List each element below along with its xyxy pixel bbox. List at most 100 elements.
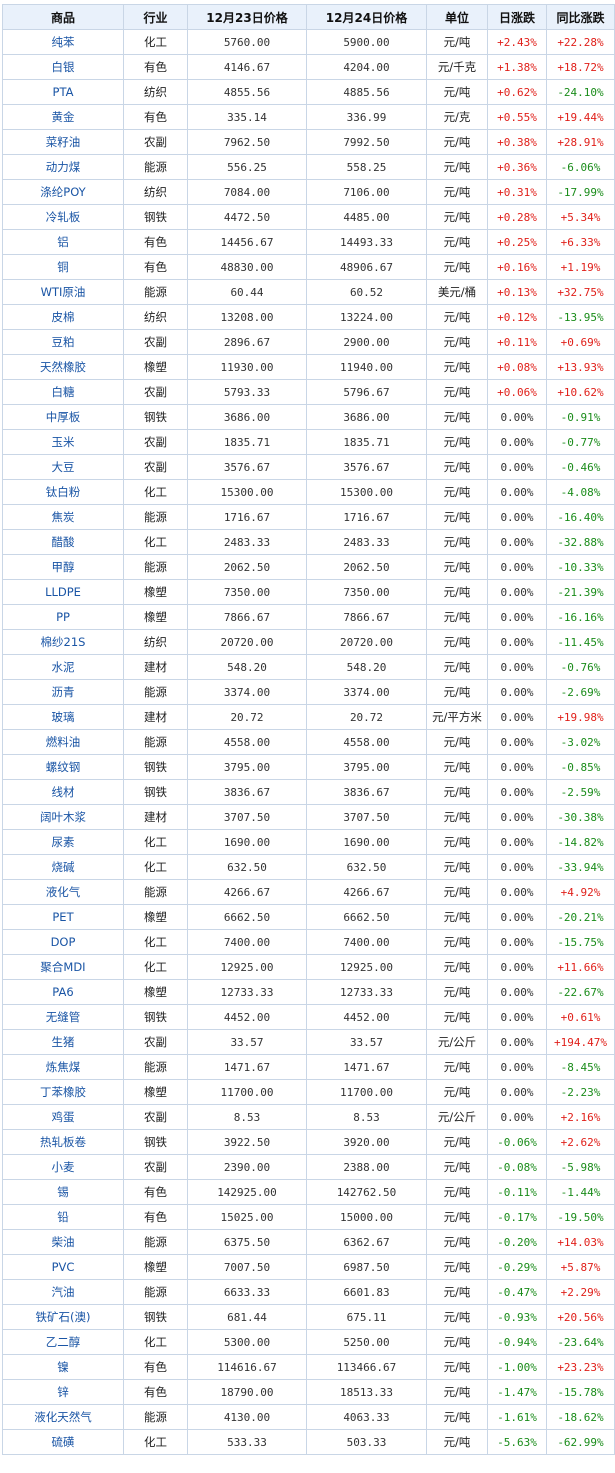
table-row: 铜有色 48830.00 48906.67 元/吨 +0.16% +1.19% (2, 254, 615, 280)
commodity-name-link[interactable]: 棉纱21S (2, 629, 124, 655)
commodity-name-link[interactable]: 鸡蛋 (2, 1104, 124, 1130)
commodity-name-link[interactable]: 醋酸 (2, 529, 124, 555)
commodity-name-link[interactable]: 大豆 (2, 454, 124, 480)
price-dec24-cell: 675.11 (306, 1304, 427, 1330)
commodity-name-link[interactable]: 白银 (2, 54, 124, 80)
commodity-name-link[interactable]: 水泥 (2, 654, 124, 680)
commodity-name-link[interactable]: 玻璃 (2, 704, 124, 730)
daily-change-cell: 0.00% (487, 579, 547, 605)
commodity-name-link[interactable]: 玉米 (2, 429, 124, 455)
price-dec23-cell: 556.25 (187, 154, 307, 180)
table-row: 水泥 建材 548.20 548.20 元/吨 0.00% -0.76% (2, 654, 615, 680)
unit-cell: 元/吨 (426, 679, 488, 705)
commodity-name-link[interactable]: 黄金 (2, 104, 124, 130)
commodity-name-link[interactable]: PTA (2, 79, 124, 105)
sector-cell: 能源 (123, 729, 188, 755)
header-sector[interactable]: 行业 (123, 4, 188, 30)
commodity-name-link[interactable]: 菜籽油 (2, 129, 124, 155)
commodity-name-link[interactable]: 天然橡胶 (2, 354, 124, 380)
price-dec24-cell: 4452.00 (306, 1004, 427, 1030)
header-price-dec24[interactable]: 12月24日价格 (306, 4, 427, 30)
commodity-name-link[interactable]: 柴油 (2, 1229, 124, 1255)
commodity-name-link[interactable]: 热轧板卷 (2, 1129, 124, 1155)
price-dec24-cell: 7400.00 (306, 929, 427, 955)
table-row: 阔叶木浆 建材 3707.50 3707.50 元/吨 0.00% -30.38% (2, 804, 615, 830)
commodity-name-link[interactable]: 液化气 (2, 879, 124, 905)
header-yoy-change[interactable]: 同比涨跌 (546, 4, 615, 30)
commodity-name-link[interactable]: 小麦 (2, 1154, 124, 1180)
daily-change-cell: 0.00% (487, 1054, 547, 1080)
commodity-name-link[interactable]: PET (2, 904, 124, 930)
unit-cell: 元/公斤 (426, 1029, 488, 1055)
price-dec24-cell: 3374.00 (306, 679, 427, 705)
sector-cell: 化工 (123, 954, 188, 980)
commodity-name-link[interactable]: DOP (2, 929, 124, 955)
commodity-name-link[interactable]: 乙二醇 (2, 1329, 124, 1355)
commodity-name-link[interactable]: 中厚板 (2, 404, 124, 430)
commodity-name-link[interactable]: 铝 (2, 229, 124, 255)
unit-cell: 元/吨 (426, 79, 488, 105)
commodity-name-link[interactable]: 涤纶POY (2, 179, 124, 205)
commodity-name-link[interactable]: LLDPE (2, 579, 124, 605)
commodity-name-link[interactable]: 焦炭 (2, 504, 124, 530)
commodity-name-link[interactable]: 锡 (2, 1179, 124, 1205)
commodity-name-link[interactable]: 汽油 (2, 1279, 124, 1305)
sector-cell: 钢铁 (123, 404, 188, 430)
commodity-name-link[interactable]: 烧碱 (2, 854, 124, 880)
price-dec23-cell: 3707.50 (187, 804, 307, 830)
commodity-name-link[interactable]: 沥青 (2, 679, 124, 705)
commodity-name-link[interactable]: 液化天然气 (2, 1404, 124, 1430)
commodity-name-link[interactable]: 无缝管 (2, 1004, 124, 1030)
commodity-name-link[interactable]: 钛白粉 (2, 479, 124, 505)
commodity-name-link[interactable]: WTI原油 (2, 279, 124, 305)
sector-cell: 农副 (123, 1154, 188, 1180)
table-row: 锡有色 142925.00 142762.50 元/吨 -0.11% -1.44% (2, 1179, 615, 1205)
header-commodity[interactable]: 商品 (2, 4, 124, 30)
header-price-dec23[interactable]: 12月23日价格 (187, 4, 307, 30)
commodity-name-link[interactable]: 铜 (2, 254, 124, 280)
daily-change-cell: +0.12% (487, 304, 547, 330)
commodity-name-link[interactable]: 镍 (2, 1354, 124, 1380)
commodity-name-link[interactable]: 铁矿石(澳) (2, 1304, 124, 1330)
commodity-name-link[interactable]: PP (2, 604, 124, 630)
commodity-name-link[interactable]: 丁苯橡胶 (2, 1079, 124, 1105)
price-dec24-cell: 1690.00 (306, 829, 427, 855)
commodity-name-link[interactable]: 硫磺 (2, 1429, 124, 1455)
price-dec24-cell: 4885.56 (306, 79, 427, 105)
header-unit[interactable]: 单位 (426, 4, 488, 30)
commodity-name-link[interactable]: 皮棉 (2, 304, 124, 330)
header-daily-change[interactable]: 日涨跌 (487, 4, 547, 30)
unit-cell: 元/吨 (426, 1154, 488, 1180)
yoy-change-cell: -0.77% (546, 429, 615, 455)
commodity-name-link[interactable]: 白糖 (2, 379, 124, 405)
daily-change-cell: 0.00% (487, 704, 547, 730)
commodity-name-link[interactable]: PVC (2, 1254, 124, 1280)
yoy-change-cell: +23.23% (546, 1354, 615, 1380)
commodity-name-link[interactable]: 甲醇 (2, 554, 124, 580)
commodity-name-link[interactable]: 铅 (2, 1204, 124, 1230)
price-dec24-cell: 548.20 (306, 654, 427, 680)
commodity-name-link[interactable]: 锌 (2, 1379, 124, 1405)
price-dec24-cell: 3795.00 (306, 754, 427, 780)
commodity-name-link[interactable]: 聚合MDI (2, 954, 124, 980)
yoy-change-cell: +14.03% (546, 1229, 615, 1255)
unit-cell: 元/吨 (426, 329, 488, 355)
commodity-name-link[interactable]: 线材 (2, 779, 124, 805)
commodity-name-link[interactable]: PA6 (2, 979, 124, 1005)
daily-change-cell: -1.61% (487, 1404, 547, 1430)
daily-change-cell: +0.36% (487, 154, 547, 180)
commodity-name-link[interactable]: 冷轧板 (2, 204, 124, 230)
price-dec23-cell: 11700.00 (187, 1079, 307, 1105)
commodity-name-link[interactable]: 燃料油 (2, 729, 124, 755)
commodity-name-link[interactable]: 尿素 (2, 829, 124, 855)
commodity-name-link[interactable]: 纯苯 (2, 29, 124, 55)
commodity-name-link[interactable]: 螺纹钢 (2, 754, 124, 780)
sector-cell: 能源 (123, 679, 188, 705)
sector-cell: 化工 (123, 479, 188, 505)
commodity-name-link[interactable]: 阔叶木浆 (2, 804, 124, 830)
commodity-name-link[interactable]: 动力煤 (2, 154, 124, 180)
price-dec23-cell: 14456.67 (187, 229, 307, 255)
commodity-name-link[interactable]: 生猪 (2, 1029, 124, 1055)
commodity-name-link[interactable]: 豆粕 (2, 329, 124, 355)
commodity-name-link[interactable]: 炼焦煤 (2, 1054, 124, 1080)
